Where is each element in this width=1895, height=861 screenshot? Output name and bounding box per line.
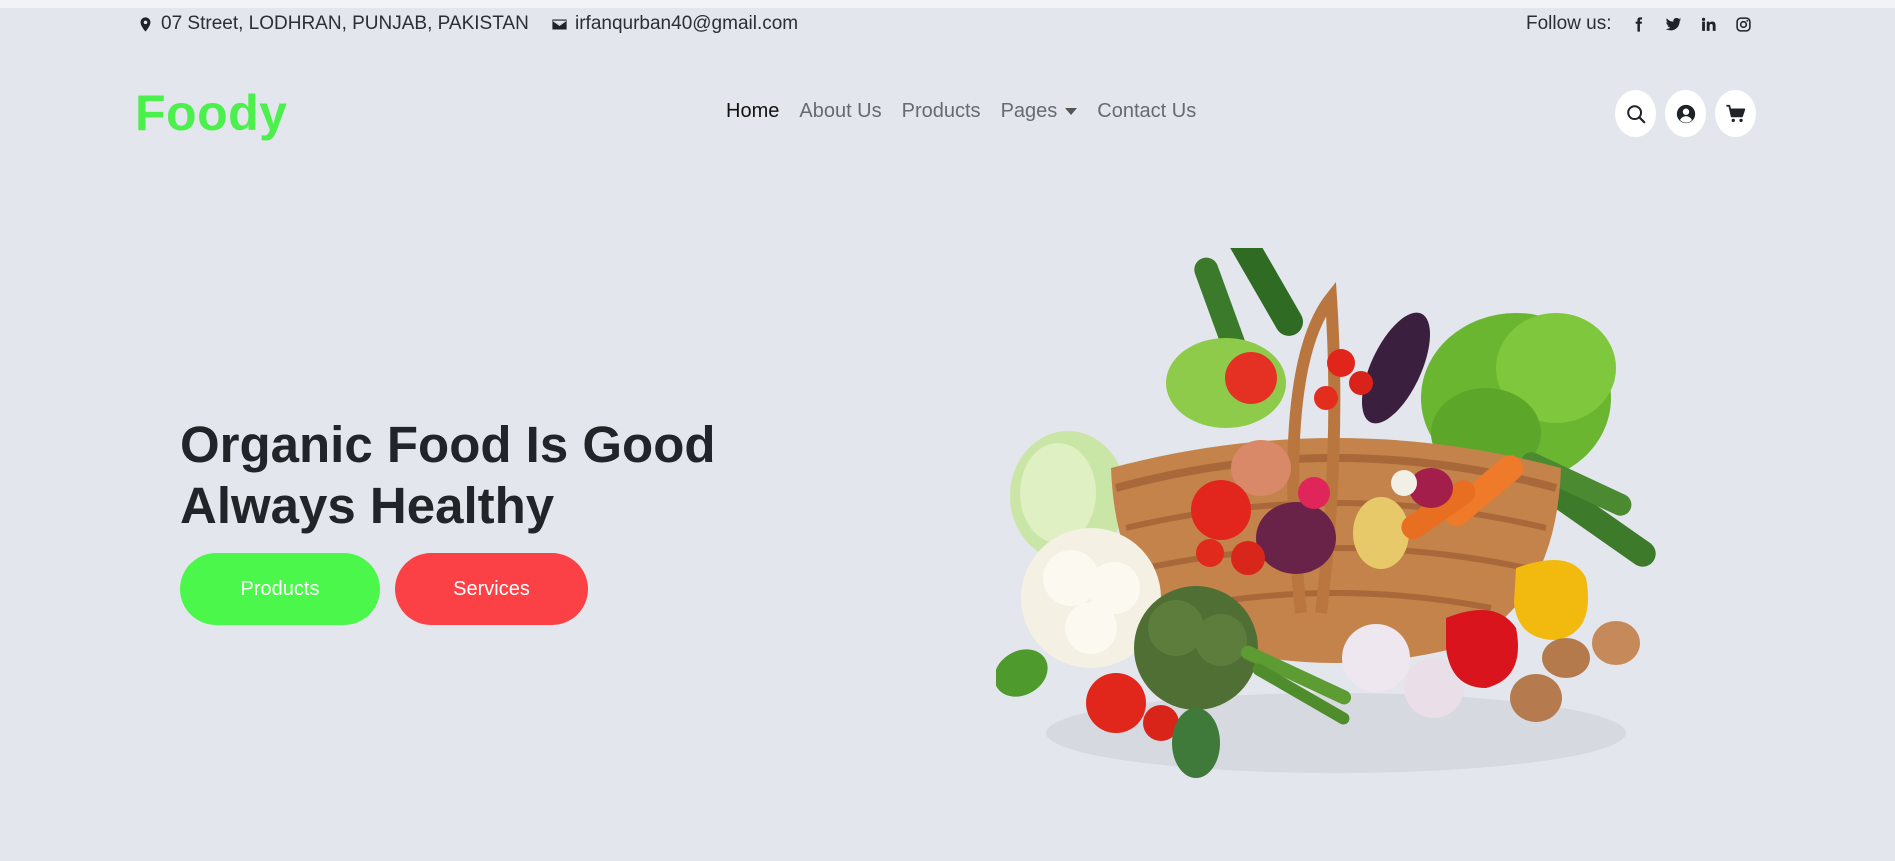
facebook-icon[interactable]: [1626, 13, 1652, 35]
top-info-bar: 07 Street, LODHRAN, PUNJAB, PAKISTAN irf…: [0, 8, 1895, 40]
browser-top-strip: [0, 0, 1895, 8]
hero-title-line-2: Always Healthy: [180, 477, 555, 534]
nav-pages-label: Pages: [1000, 100, 1058, 122]
vegetable-basket-image: [996, 248, 1656, 778]
user-icon: [1676, 104, 1695, 123]
hero-title-line-1: Organic Food Is Good: [180, 416, 716, 473]
location-pin-icon: [140, 16, 151, 32]
email-info: irfanqurban40@gmail.com: [551, 13, 798, 35]
twitter-icon[interactable]: [1661, 13, 1687, 35]
nav-home[interactable]: Home: [726, 100, 779, 123]
search-icon: [1626, 104, 1645, 123]
nav-pages-dropdown[interactable]: Pages: [1001, 100, 1078, 123]
cart-button[interactable]: [1715, 90, 1756, 137]
services-button[interactable]: Services: [395, 553, 588, 625]
main-nav: Home About Us Products Pages Contact Us: [726, 100, 1216, 123]
hero-title: Organic Food Is Good Always Healthy: [180, 414, 716, 536]
address-info: 07 Street, LODHRAN, PUNJAB, PAKISTAN: [137, 13, 529, 35]
caret-down-icon: [1065, 108, 1078, 115]
social-follow: Follow us:: [1526, 13, 1757, 35]
nav-products[interactable]: Products: [902, 100, 981, 123]
brand-logo[interactable]: Foody: [135, 84, 287, 142]
account-button[interactable]: [1665, 90, 1706, 137]
nav-contact-us[interactable]: Contact Us: [1097, 100, 1196, 123]
envelope-icon: [552, 19, 567, 29]
instagram-icon[interactable]: [1731, 13, 1757, 35]
products-button[interactable]: Products: [180, 553, 380, 625]
cart-icon: [1725, 104, 1745, 122]
search-button[interactable]: [1615, 90, 1656, 137]
nav-action-icons: [1615, 90, 1765, 137]
follow-label: Follow us:: [1526, 13, 1612, 34]
address-text: 07 Street, LODHRAN, PUNJAB, PAKISTAN: [161, 13, 529, 34]
email-link[interactable]: irfanqurban40@gmail.com: [575, 13, 798, 35]
linkedin-icon[interactable]: [1696, 13, 1722, 35]
nav-about-us[interactable]: About Us: [799, 100, 881, 123]
